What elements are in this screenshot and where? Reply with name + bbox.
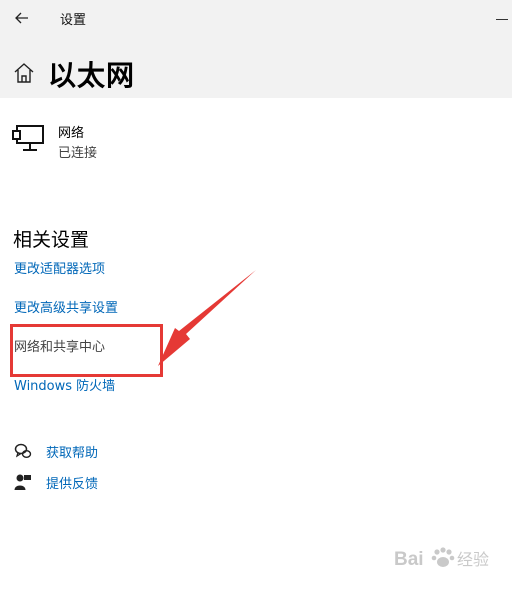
chat-help-icon (14, 443, 32, 458)
related-settings-heading: 相关设置 (13, 229, 90, 251)
give-feedback-label: 提供反馈 (46, 477, 99, 492)
page-title: 以太网 (48, 59, 136, 92)
get-help-label: 获取帮助 (46, 446, 99, 461)
baidu-watermark: Bai 经验 (390, 535, 508, 590)
feedback-person-icon (14, 474, 31, 490)
network-status: 已连接 (58, 146, 98, 161)
minimize-button[interactable] (490, 6, 512, 30)
advanced-sharing-settings-link[interactable]: 更改高级共享设置 (14, 297, 118, 316)
svg-text:经验: 经验 (457, 550, 489, 569)
back-button[interactable] (10, 6, 34, 30)
minimize-icon (496, 19, 508, 20)
home-icon[interactable] (13, 61, 35, 85)
network-name: 网络 (58, 126, 85, 141)
windows-firewall-link[interactable]: Windows 防火墙 (14, 375, 115, 394)
ethernet-monitor-icon (12, 125, 44, 151)
network-connection-item[interactable]: 网络 已连接 (10, 118, 310, 164)
change-adapter-options-link[interactable]: 更改适配器选项 (14, 258, 105, 277)
svg-text:Bai: Bai (394, 549, 424, 570)
window-title: 设置 (60, 13, 87, 28)
red-highlight-box (10, 324, 163, 377)
back-arrow-icon (15, 12, 28, 24)
